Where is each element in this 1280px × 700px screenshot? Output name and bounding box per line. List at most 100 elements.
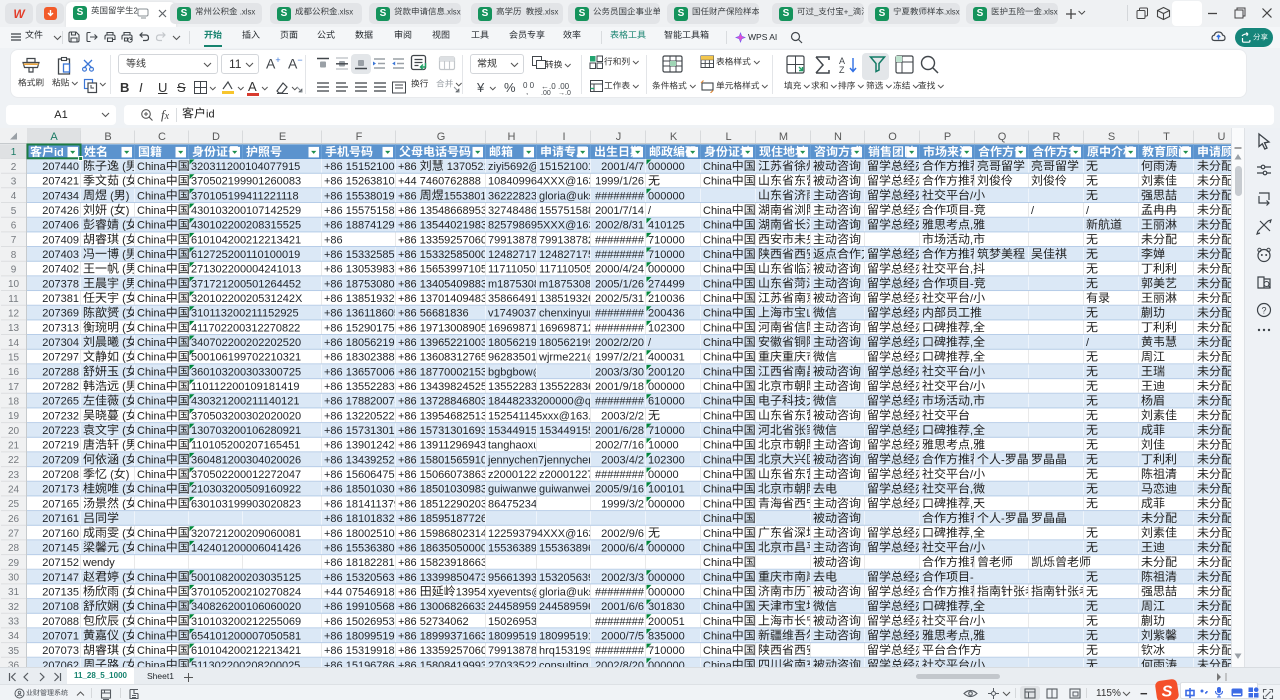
svg-text:(: ( <box>122 308 126 320</box>
svg-text:(: ( <box>122 220 126 232</box>
svg-text:China: China <box>137 234 167 246</box>
svg-text:310103200212255069: 310103200212255069 <box>191 616 301 628</box>
svg-text:(: ( <box>122 322 126 334</box>
svg-text:2001/9/18: 2001/9/18 <box>595 381 644 393</box>
svg-text:4: 4 <box>11 191 17 202</box>
svg-text:+_: +_ <box>844 7 854 16</box>
svg-text:371721200501264452: 371721200501264452 <box>191 278 301 290</box>
svg-text:000000: 000000 <box>648 498 685 510</box>
svg-text:1999/3/2: 1999/3/2 <box>601 498 644 510</box>
svg-text:I: I <box>562 131 565 143</box>
svg-text:500106199702210321: 500106199702210321 <box>191 352 301 364</box>
svg-text:207406: 207406 <box>42 220 79 232</box>
svg-text:207409: 207409 <box>42 234 79 246</box>
svg-text:China: China <box>703 425 733 437</box>
svg-text:11: 11 <box>8 294 19 305</box>
svg-text:China: China <box>703 176 733 188</box>
svg-text:13954: 13954 <box>456 586 487 598</box>
svg-text:China: China <box>137 176 167 188</box>
svg-text:China: China <box>703 352 733 364</box>
svg-text:612725200110100019: 612725200110100019 <box>191 249 300 261</box>
svg-text:China: China <box>703 337 733 349</box>
svg-text:China: China <box>703 645 733 657</box>
svg-text:207062: 207062 <box>42 660 79 667</box>
svg-text:########: ######## <box>595 234 645 246</box>
svg-text:362228235: 362228235 <box>488 190 543 202</box>
svg-text:China: China <box>137 484 167 496</box>
svg-text:+86 13359257060: +86 13359257060 <box>398 234 487 246</box>
svg-text:,: , <box>970 425 973 437</box>
svg-text:2002/8/31: 2002/8/31 <box>595 220 644 232</box>
svg-text:,: , <box>970 264 973 276</box>
svg-text:2003/3/30: 2003/3/30 <box>595 366 644 378</box>
svg-text:21: 21 <box>8 441 20 452</box>
svg-text:(: ( <box>122 396 126 408</box>
svg-text:,: , <box>970 528 973 540</box>
svg-text:E: E <box>279 131 286 143</box>
svg-text:000000: 000000 <box>648 542 685 554</box>
svg-text:153449155: 153449155 <box>488 425 543 437</box>
svg-text:+44 7460762888: +44 7460762888 <box>398 176 481 188</box>
svg-text:+86 13405409883: +86 13405409883 <box>398 278 487 290</box>
svg-text:China: China <box>703 572 733 584</box>
svg-text:(: ( <box>122 484 126 496</box>
svg-text:China: China <box>137 220 167 232</box>
svg-text:(: ( <box>122 249 126 261</box>
svg-text:China: China <box>703 161 733 173</box>
svg-text:+86 15731301693: +86 15731301693 <box>398 425 487 437</box>
svg-text:+86 18512290203: +86 18512290203 <box>398 498 487 510</box>
svg-text:wendy: wendy <box>82 557 115 569</box>
svg-text:207304: 207304 <box>42 337 79 349</box>
svg-text:China: China <box>703 557 733 569</box>
svg-text:207402: 207402 <box>42 264 79 276</box>
svg-text:→.0: →.0 <box>558 90 571 95</box>
svg-text:320311200104077915: 320311200104077915 <box>191 161 300 173</box>
svg-text:+86: +86 <box>398 161 417 173</box>
svg-text:China: China <box>703 249 733 261</box>
svg-text:(: ( <box>122 293 126 305</box>
svg-text:guiwanwei: guiwanwei <box>488 484 539 496</box>
svg-text:102300: 102300 <box>648 322 685 334</box>
svg-text:2001/6/6: 2001/6/6 <box>601 601 644 613</box>
svg-text:207381: 207381 <box>42 293 79 305</box>
svg-text:+86 56681836: +86 56681836 <box>398 308 469 320</box>
svg-text:H: H <box>508 131 516 143</box>
svg-text:+86 15653997105: +86 15653997105 <box>398 264 487 276</box>
svg-text:2001/4/7: 2001/4/7 <box>601 161 644 173</box>
svg-text:China: China <box>703 264 733 276</box>
svg-text:########: ######## <box>595 645 645 657</box>
svg-text:China: China <box>137 528 167 540</box>
svg-text:China: China <box>703 234 733 246</box>
svg-text:33: 33 <box>8 617 20 628</box>
svg-text:(: ( <box>122 645 126 657</box>
svg-text:2000/6/4: 2000/6/4 <box>601 542 644 554</box>
svg-text:China: China <box>703 410 733 422</box>
svg-text:207147: 207147 <box>42 572 79 584</box>
svg-text:23: 23 <box>8 470 20 481</box>
svg-text:274499: 274499 <box>648 278 685 290</box>
svg-text:2000/4/24: 2000/4/24 <box>595 264 644 276</box>
svg-text:China: China <box>703 205 733 217</box>
svg-text:410125: 410125 <box>648 220 685 232</box>
svg-text:180995191: 180995191 <box>488 630 543 642</box>
svg-text:+86 15066073863: +86 15066073863 <box>398 469 487 481</box>
svg-text:10000: 10000 <box>648 440 679 452</box>
svg-text:(: ( <box>122 616 126 628</box>
svg-text:207378: 207378 <box>42 278 79 290</box>
svg-text:(: ( <box>122 660 126 667</box>
svg-text:,: , <box>970 396 973 408</box>
svg-text:+86 18770002153: +86 18770002153 <box>398 366 487 378</box>
svg-text:Z: Z <box>839 65 845 75</box>
svg-text:########: ######## <box>595 308 645 320</box>
svg-text:511302200208200025: 511302200208200025 <box>191 660 300 667</box>
svg-text:hrq153199: hrq153199 <box>539 645 592 657</box>
svg-text:.xlsx: .xlsx <box>240 7 256 16</box>
svg-text:China: China <box>137 660 167 667</box>
svg-text:,: , <box>970 630 973 642</box>
svg-text:China: China <box>137 396 167 408</box>
svg-text:207426: 207426 <box>42 205 79 217</box>
svg-text:China: China <box>703 278 733 290</box>
svg-text:2002/8/20: 2002/8/20 <box>595 660 644 667</box>
svg-text:): ) <box>126 205 130 217</box>
svg-text:207108: 207108 <box>42 601 79 613</box>
